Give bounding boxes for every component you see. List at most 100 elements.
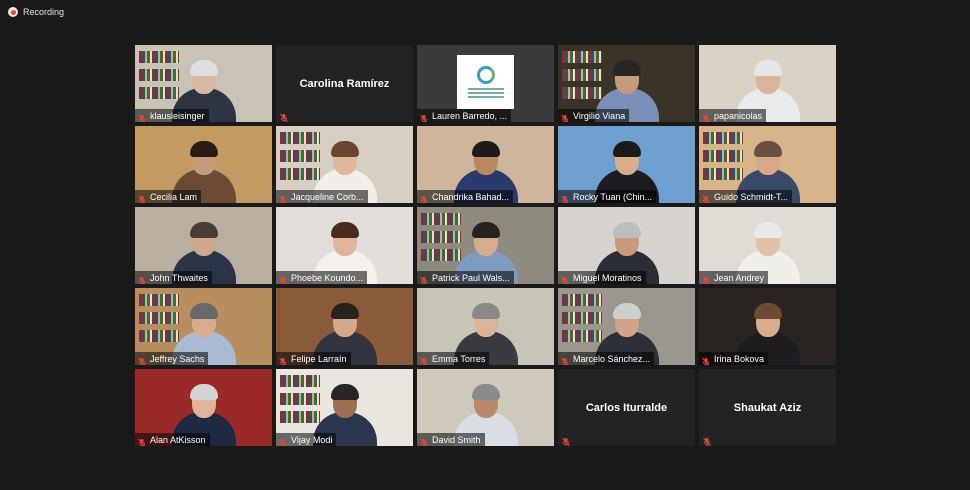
organization-logo <box>457 55 514 109</box>
mic-muted-icon <box>419 354 429 365</box>
mic-muted-icon <box>137 435 147 446</box>
participant-name: Guido Schmidt-T... <box>714 191 789 202</box>
mic-muted-icon <box>561 434 571 446</box>
mic-muted-icon <box>560 273 570 284</box>
participant-tile[interactable]: Cecilia Lam <box>135 126 272 203</box>
participant-tile[interactable]: Rocky Tuan (Chin... <box>558 126 695 203</box>
mic-muted-icon <box>560 111 570 122</box>
participant-name: Chandrika Bahad... <box>432 191 510 202</box>
participant-gallery: klausleisinger Carolina Ramírez Lauren Bar… <box>135 45 836 446</box>
participant-tile[interactable]: Patrick Paul Wals... <box>417 207 554 284</box>
participant-tile[interactable]: Guido Schmidt-T... <box>699 126 836 203</box>
mic-muted-icon <box>701 192 711 203</box>
participant-name-bar: Jean Andrey <box>699 271 769 284</box>
mic-muted-icon <box>701 111 711 122</box>
participant-tile[interactable]: Emma Torres <box>417 288 554 365</box>
mic-muted-icon <box>137 354 147 365</box>
participant-tile[interactable]: papanicolas <box>699 45 836 122</box>
participant-hair <box>330 303 359 319</box>
mic-muted-icon <box>702 434 712 446</box>
participant-tile[interactable]: Chandrika Bahad... <box>417 126 554 203</box>
participant-name: Felipe Larraín <box>291 353 347 364</box>
participant-hair <box>330 141 359 157</box>
participant-name: Miguel Moratinos <box>573 272 642 283</box>
participant-hair <box>753 222 782 238</box>
participant-hair <box>189 303 218 319</box>
participant-tile[interactable]: Lauren Barredo, ... <box>417 45 554 122</box>
participant-name: Vijay Modi <box>291 434 333 445</box>
participant-name-bar: Marcelo Sánchez... <box>558 352 655 365</box>
participant-name-bar: David Smith <box>417 433 485 446</box>
participant-tile[interactable]: Alan AtKisson <box>135 369 272 446</box>
participant-name-bar: Vijay Modi <box>276 433 337 446</box>
participant-hair <box>471 303 500 319</box>
participant-name: Emma Torres <box>432 353 486 364</box>
participant-tile[interactable]: Irina Bokova <box>699 288 836 365</box>
participant-tile[interactable]: John Thwaites <box>135 207 272 284</box>
participant-hair <box>612 60 641 76</box>
participant-name: Carolina Ramírez <box>299 77 390 90</box>
participant-hair <box>189 60 218 76</box>
participant-name-bar: Lauren Barredo, ... <box>417 109 512 122</box>
mic-muted-icon <box>137 273 147 284</box>
participant-name: Patrick Paul Wals... <box>432 272 510 283</box>
participant-name-bar: Irina Bokova <box>699 352 769 365</box>
participant-tile[interactable]: Miguel Moratinos <box>558 207 695 284</box>
participant-tile[interactable]: Felipe Larraín <box>276 288 413 365</box>
mic-muted-icon <box>701 354 711 365</box>
participant-tile[interactable]: Carlos Iturralde <box>558 369 695 446</box>
participant-hair <box>753 60 782 76</box>
participant-name-bar: Jeffrey Sachs <box>135 352 209 365</box>
participant-name: Lauren Barredo, ... <box>432 110 508 121</box>
participant-tile[interactable]: klausleisinger <box>135 45 272 122</box>
participant-hair <box>612 222 641 238</box>
participant-tile[interactable]: Jacqueline Corb... <box>276 126 413 203</box>
top-bar: Recording <box>0 0 970 24</box>
mic-muted-icon <box>137 192 147 203</box>
mic-muted-icon <box>560 354 570 365</box>
participant-hair <box>330 222 359 238</box>
mic-muted-icon <box>278 354 288 365</box>
participant-tile[interactable]: Shaukat Aziz <box>699 369 836 446</box>
participant-name-bar: Emma Torres <box>417 352 490 365</box>
participant-hair <box>753 141 782 157</box>
participant-tile[interactable]: Jean Andrey <box>699 207 836 284</box>
participant-name-bar: Guido Schmidt-T... <box>699 190 793 203</box>
participant-hair <box>189 384 218 400</box>
participant-name: Jacqueline Corb... <box>291 191 364 202</box>
participant-hair <box>189 141 218 157</box>
participant-tile[interactable]: Vijay Modi <box>276 369 413 446</box>
participant-name: Rocky Tuan (Chin... <box>573 191 653 202</box>
participant-name-bar: papanicolas <box>699 109 767 122</box>
participant-name: Carlos Iturralde <box>585 401 668 414</box>
participant-name: Cecilia Lam <box>150 191 198 202</box>
participant-name: Jeffrey Sachs <box>150 353 205 364</box>
recording-indicator[interactable]: Recording <box>8 7 64 17</box>
participant-tile[interactable]: Virgilio Viana <box>558 45 695 122</box>
participant-hair <box>612 303 641 319</box>
participant-tile[interactable]: Carolina Ramírez <box>276 45 413 122</box>
participant-hair <box>471 384 500 400</box>
mic-muted-icon <box>419 111 429 122</box>
mic-muted-icon <box>278 435 288 446</box>
participant-name-bar: Jacqueline Corb... <box>276 190 368 203</box>
mic-muted-icon <box>419 435 429 446</box>
participant-hair <box>471 141 500 157</box>
participant-hair <box>330 384 359 400</box>
participant-name: Marcelo Sánchez... <box>573 353 651 364</box>
participant-hair <box>612 141 641 157</box>
participant-tile[interactable]: Phoebe Koundo... <box>276 207 413 284</box>
participant-name-bar: Cecilia Lam <box>135 190 202 203</box>
participant-name: klausleisinger <box>150 110 205 121</box>
participant-name-bar: Alan AtKisson <box>135 433 210 446</box>
participant-name-bar: John Thwaites <box>135 271 212 284</box>
participant-name: Jean Andrey <box>714 272 765 283</box>
mic-muted-icon <box>419 192 429 203</box>
participant-tile[interactable]: Jeffrey Sachs <box>135 288 272 365</box>
participant-hair <box>753 303 782 319</box>
participant-name: David Smith <box>432 434 481 445</box>
mic-muted-icon <box>560 192 570 203</box>
participant-tile[interactable]: David Smith <box>417 369 554 446</box>
mic-muted-icon <box>137 111 147 122</box>
participant-tile[interactable]: Marcelo Sánchez... <box>558 288 695 365</box>
